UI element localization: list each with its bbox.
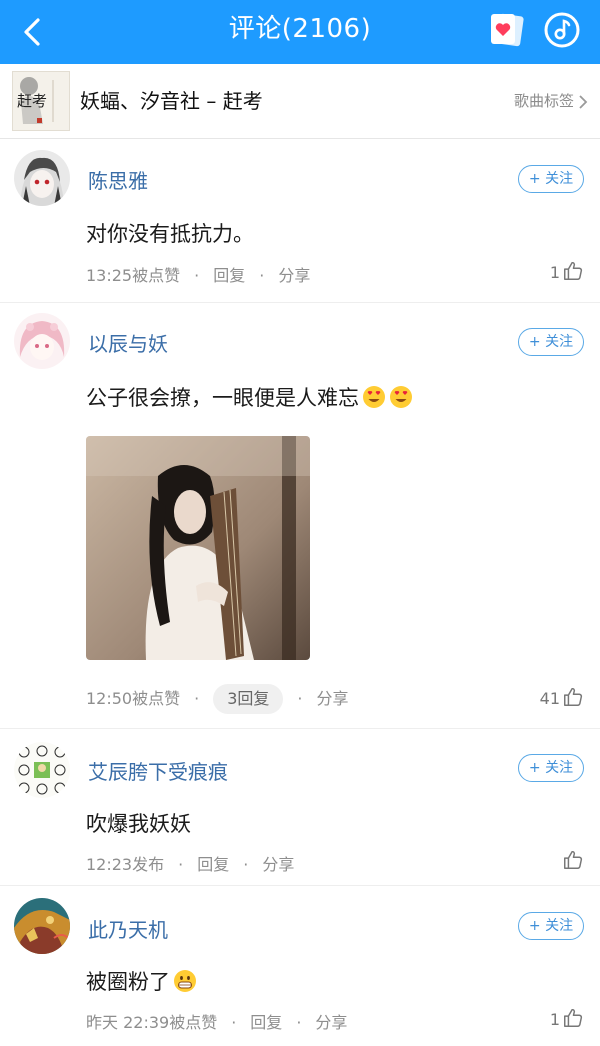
top-bar: 评论(2106) <box>0 0 600 64</box>
comment-meta: 13:25被点赞 · 回复 · 分享 <box>86 262 310 286</box>
thumbs-up-icon <box>564 687 583 706</box>
separator-dot: · <box>297 689 303 708</box>
comment-username[interactable]: 此乃天机 <box>88 914 168 943</box>
like-count: 1 <box>549 263 560 282</box>
song-tag-label: 歌曲标签 <box>513 92 574 110</box>
anime-girl-avatar[interactable] <box>14 150 70 206</box>
follow-button[interactable]: + 关注 <box>518 912 584 940</box>
follow-button[interactable]: + 关注 <box>518 754 584 782</box>
like-button[interactable]: 1 <box>550 260 584 282</box>
like-button[interactable]: 41 <box>540 686 584 708</box>
song-title[interactable]: 妖蝠、汐音社 – 赶考 <box>80 64 263 138</box>
reply-button[interactable]: 回复 <box>197 851 229 875</box>
separator-dot: · <box>259 266 265 285</box>
comment-username[interactable]: 以辰与妖 <box>88 328 168 357</box>
follow-button[interactable]: + 关注 <box>518 165 584 193</box>
comment-time: 昨天 22:39被点赞 <box>86 1013 218 1032</box>
comment-item: 此乃天机 + 关注 被圈粉了 昨天 22:39被点赞 · 回复 · 分享 1 <box>0 886 600 1046</box>
heart-eyes-emoji-icon <box>363 386 385 408</box>
album-cover[interactable]: 赶考 <box>12 71 70 131</box>
comment-text: 吹爆我妖妖 <box>86 812 191 836</box>
thumbs-up-icon <box>564 261 583 280</box>
comment-text: 对你没有抵抗力。 <box>86 222 254 246</box>
separator-dot: · <box>296 1013 302 1032</box>
comment-meta: 12:23发布 · 回复 · 分享 <box>86 851 294 875</box>
chevron-right-icon <box>579 94 588 109</box>
pink-anime-avatar[interactable] <box>14 313 70 369</box>
follow-button[interactable]: + 关注 <box>518 328 584 356</box>
like-button[interactable]: 1 <box>550 1007 584 1029</box>
heart-eyes-emoji-icon <box>390 386 412 408</box>
comment-text-body: 被圈粉了 <box>86 970 170 994</box>
song-info-bar[interactable]: 赶考 妖蝠、汐音社 – 赶考 歌曲标签 <box>0 64 600 139</box>
golden-dragon-avatar[interactable] <box>14 898 70 954</box>
like-count: 1 <box>549 1010 560 1029</box>
music-disc-icon[interactable] <box>542 10 582 50</box>
comment-text-body: 公子很会撩，一眼便是人难忘 <box>86 386 359 410</box>
separator-dot: · <box>231 1013 237 1032</box>
guqin-portrait-photo[interactable] <box>86 436 310 660</box>
comment-time: 13:25被点赞 <box>86 266 181 285</box>
comment-text: 被圈粉了 <box>86 966 197 996</box>
reply-button[interactable]: 回复 <box>213 262 245 286</box>
separator-dot: · <box>178 855 184 874</box>
song-tag-link[interactable]: 歌曲标签 <box>514 64 588 138</box>
comment-username[interactable]: 陈思雅 <box>88 165 148 194</box>
share-button[interactable]: 分享 <box>262 851 294 875</box>
comment-time: 12:50被点赞 <box>86 689 181 708</box>
comment-time: 12:23发布 <box>86 855 165 874</box>
grinning-emoji-icon <box>174 970 196 992</box>
thumbs-up-icon <box>564 1008 583 1027</box>
comment-meta: 12:50被点赞 · 3回复 · 分享 <box>86 684 349 714</box>
reply-count-button[interactable]: 3回复 <box>213 684 284 714</box>
separator-dot: · <box>194 266 200 285</box>
thumbs-up-icon <box>564 850 583 869</box>
share-button[interactable]: 分享 <box>278 262 310 286</box>
comment-username[interactable]: 艾辰胯下受痕痕 <box>88 756 228 785</box>
comment-item: 陈思雅 + 关注 对你没有抵抗力。 13:25被点赞 · 回复 · 分享 1 <box>0 140 600 298</box>
share-button[interactable]: 分享 <box>315 1009 347 1033</box>
reply-button[interactable]: 回复 <box>250 1009 282 1033</box>
separator-dot: · <box>194 689 200 708</box>
heart-card-icon[interactable] <box>488 12 526 48</box>
comment-item: 艾辰胯下受痕痕 + 关注 吹爆我妖妖 12:23发布 · 回复 · 分享 <box>0 730 600 882</box>
comment-text: 公子很会撩，一眼便是人难忘 <box>86 382 413 412</box>
separator-dot: · <box>243 855 249 874</box>
divider <box>0 728 600 729</box>
cover-calligraphy: 赶考 <box>17 92 47 110</box>
sticker-grid-avatar[interactable] <box>14 742 70 798</box>
comment-meta: 昨天 22:39被点赞 · 回复 · 分享 <box>86 1009 347 1033</box>
share-button[interactable]: 分享 <box>317 684 349 714</box>
like-button[interactable] <box>560 849 584 871</box>
like-count: 41 <box>539 689 560 708</box>
